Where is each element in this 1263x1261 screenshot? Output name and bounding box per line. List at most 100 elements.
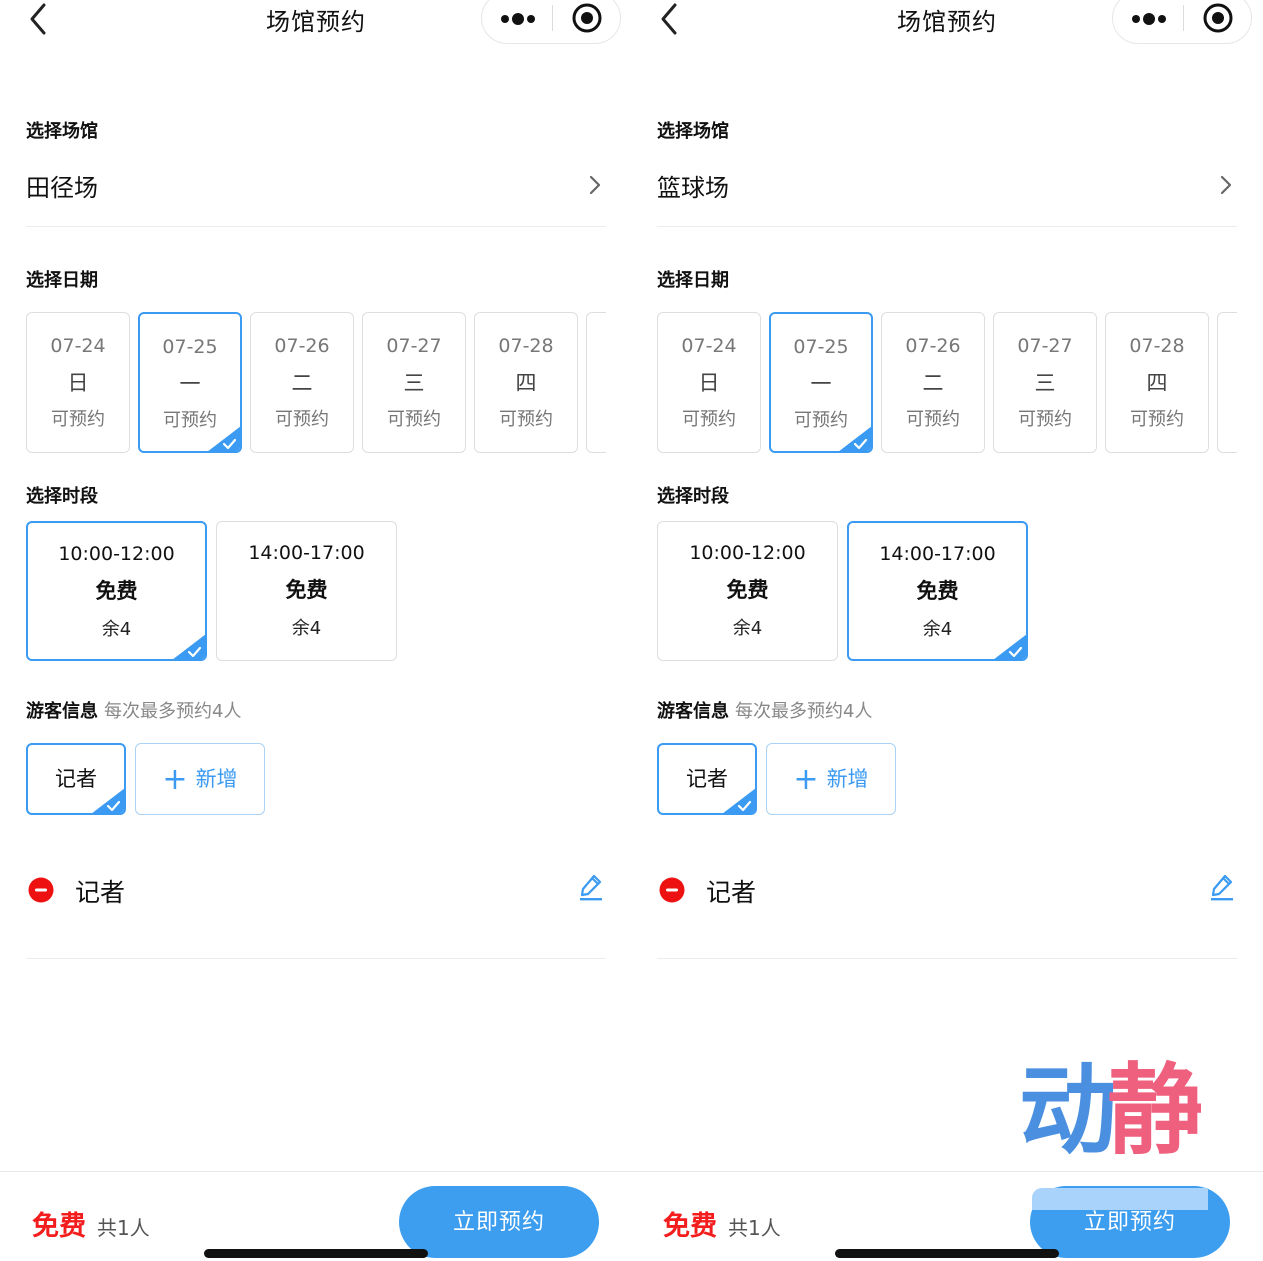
visitor-label: 游客信息 (26, 701, 98, 722)
slot-time: 10:00-12:00 (689, 542, 806, 564)
date-card[interactable]: 07-25 一可预约 (769, 312, 873, 453)
time-slot-card[interactable]: 14:00-17:00 免费 余4 (847, 521, 1028, 661)
slot-price: 免费 (916, 579, 959, 603)
add-visitor-label: 新增 (826, 767, 869, 791)
divider (26, 958, 606, 959)
venue-value[interactable]: 篮球场 (657, 168, 729, 203)
weekday-text: 日 (67, 371, 89, 395)
date-card[interactable]: 07-26 二可预约 (881, 312, 985, 453)
date-status: 可预约 (682, 409, 736, 430)
date-status: 可预约 (1018, 409, 1072, 430)
date-card-partial[interactable] (1217, 312, 1237, 453)
date-card[interactable]: 07-26 二可预约 (250, 312, 354, 453)
visitor-section-label: 游客信息 每次最多预约4人 (657, 697, 872, 723)
footer-divider (0, 1171, 632, 1172)
watermark-char-1: 动 (1019, 1054, 1117, 1154)
weekday-text: 二 (922, 371, 944, 395)
weekday-text: 一 (810, 372, 832, 396)
visitor-chip[interactable]: 记者 (657, 743, 757, 815)
check-corner-icon (839, 426, 871, 451)
home-indicator (204, 1249, 428, 1258)
add-visitor-button[interactable]: + 新增 (135, 743, 265, 815)
book-now-button[interactable]: 立即预约 (399, 1186, 599, 1258)
date-status: 可预约 (906, 409, 960, 430)
target-icon[interactable] (570, 1, 604, 35)
plus-icon: + (162, 762, 188, 797)
date-text: 07-25 (793, 336, 849, 358)
date-card[interactable]: 07-27 三可预约 (993, 312, 1097, 453)
venue-section-label: 选择场馆 (657, 121, 729, 142)
date-card[interactable]: 07-28 四可预约 (474, 312, 578, 453)
chevron-right-icon[interactable] (586, 172, 604, 198)
visitor-entry-name: 记者 (706, 878, 757, 907)
visitor-note: 每次最多预约4人 (104, 701, 242, 722)
chevron-right-icon[interactable] (1217, 172, 1235, 198)
date-card[interactable]: 07-27 三可预约 (362, 312, 466, 453)
edit-pencil-icon[interactable] (578, 872, 604, 902)
plus-icon: + (793, 762, 819, 797)
venue-value[interactable]: 田径场 (26, 168, 98, 203)
edit-pencil-icon[interactable] (1209, 872, 1235, 902)
target-icon[interactable] (1201, 1, 1235, 35)
date-section-label: 选择日期 (26, 270, 98, 291)
weekday-text: 一 (179, 372, 201, 396)
time-slot-card[interactable]: 10:00-12:00 免费 余4 (657, 521, 838, 661)
more-dots-icon[interactable] (1127, 3, 1171, 33)
divider (657, 958, 1237, 959)
mini-program-capsule (1112, 0, 1252, 44)
date-card[interactable]: 07-28 四可预约 (1105, 312, 1209, 453)
date-text: 07-27 (1017, 335, 1073, 357)
slot-section-label: 选择时段 (657, 486, 729, 507)
remove-circle-icon[interactable] (28, 877, 54, 903)
total-price: 免费 (32, 1211, 86, 1242)
add-visitor-label: 新增 (195, 767, 238, 791)
divider (26, 226, 606, 227)
mini-program-capsule (481, 0, 621, 44)
date-text: 07-28 (1129, 335, 1185, 357)
date-card[interactable]: 07-24 日可预约 (26, 312, 130, 453)
date-text: 07-25 (162, 336, 218, 358)
check-corner-icon (208, 426, 240, 451)
visitor-entry-name: 记者 (75, 878, 126, 907)
check-corner-icon (994, 634, 1026, 659)
date-text: 07-24 (681, 335, 737, 357)
watermark-char-2: 静 (1107, 1054, 1201, 1154)
more-dots-icon[interactable] (496, 3, 540, 33)
weekday-text: 四 (515, 371, 537, 395)
slot-section-label: 选择时段 (26, 486, 98, 507)
weekday-text: 三 (1034, 371, 1056, 395)
date-status: 可预约 (51, 409, 105, 430)
weekday-text: 三 (403, 371, 425, 395)
date-status: 可预约 (499, 409, 553, 430)
date-status: 可预约 (275, 409, 329, 430)
slot-remaining: 余4 (291, 618, 322, 639)
watermark-logo: 动 静 (1019, 1054, 1201, 1154)
date-text: 07-27 (386, 335, 442, 357)
time-slot-card[interactable]: 10:00-12:00 免费 余4 (26, 521, 207, 661)
check-corner-icon (173, 634, 205, 659)
date-card-partial[interactable] (586, 312, 606, 453)
remove-circle-icon[interactable] (659, 877, 685, 903)
visitor-count: 共1人 (97, 1216, 150, 1240)
total-price: 免费 (663, 1211, 717, 1242)
home-indicator (835, 1249, 1059, 1258)
capsule-divider (1183, 5, 1184, 31)
slot-time: 14:00-17:00 (248, 542, 365, 564)
add-visitor-button[interactable]: + 新增 (766, 743, 896, 815)
date-list: 07-24 日可预约 07-25 一可预约 07-26 二可预约 07-27 三可预约 … (657, 312, 1237, 454)
slot-price: 免费 (285, 578, 328, 602)
date-card[interactable]: 07-25 一可预约 (138, 312, 242, 453)
capsule-divider (552, 5, 553, 31)
booking-panel-left: 场馆预约 选择场馆 田径场 选择日期 07-24 日可预约 07-25 一可预约 0… (0, 0, 632, 1261)
visitor-section-label: 游客信息 每次最多预约4人 (26, 697, 241, 723)
check-corner-icon (92, 788, 124, 813)
date-list: 07-24 日可预约 07-25 一可预约 07-26 二可预约 07-27 三可预约 … (26, 312, 606, 454)
date-card[interactable]: 07-24 日可预约 (657, 312, 761, 453)
time-slot-card[interactable]: 14:00-17:00 免费余4 (216, 521, 397, 661)
date-text: 07-24 (50, 335, 106, 357)
visitor-chip[interactable]: 记者 (26, 743, 126, 815)
date-status: 可预约 (387, 409, 441, 430)
venue-section-label: 选择场馆 (26, 121, 98, 142)
date-section-label: 选择日期 (657, 270, 729, 291)
check-corner-icon (723, 788, 755, 813)
